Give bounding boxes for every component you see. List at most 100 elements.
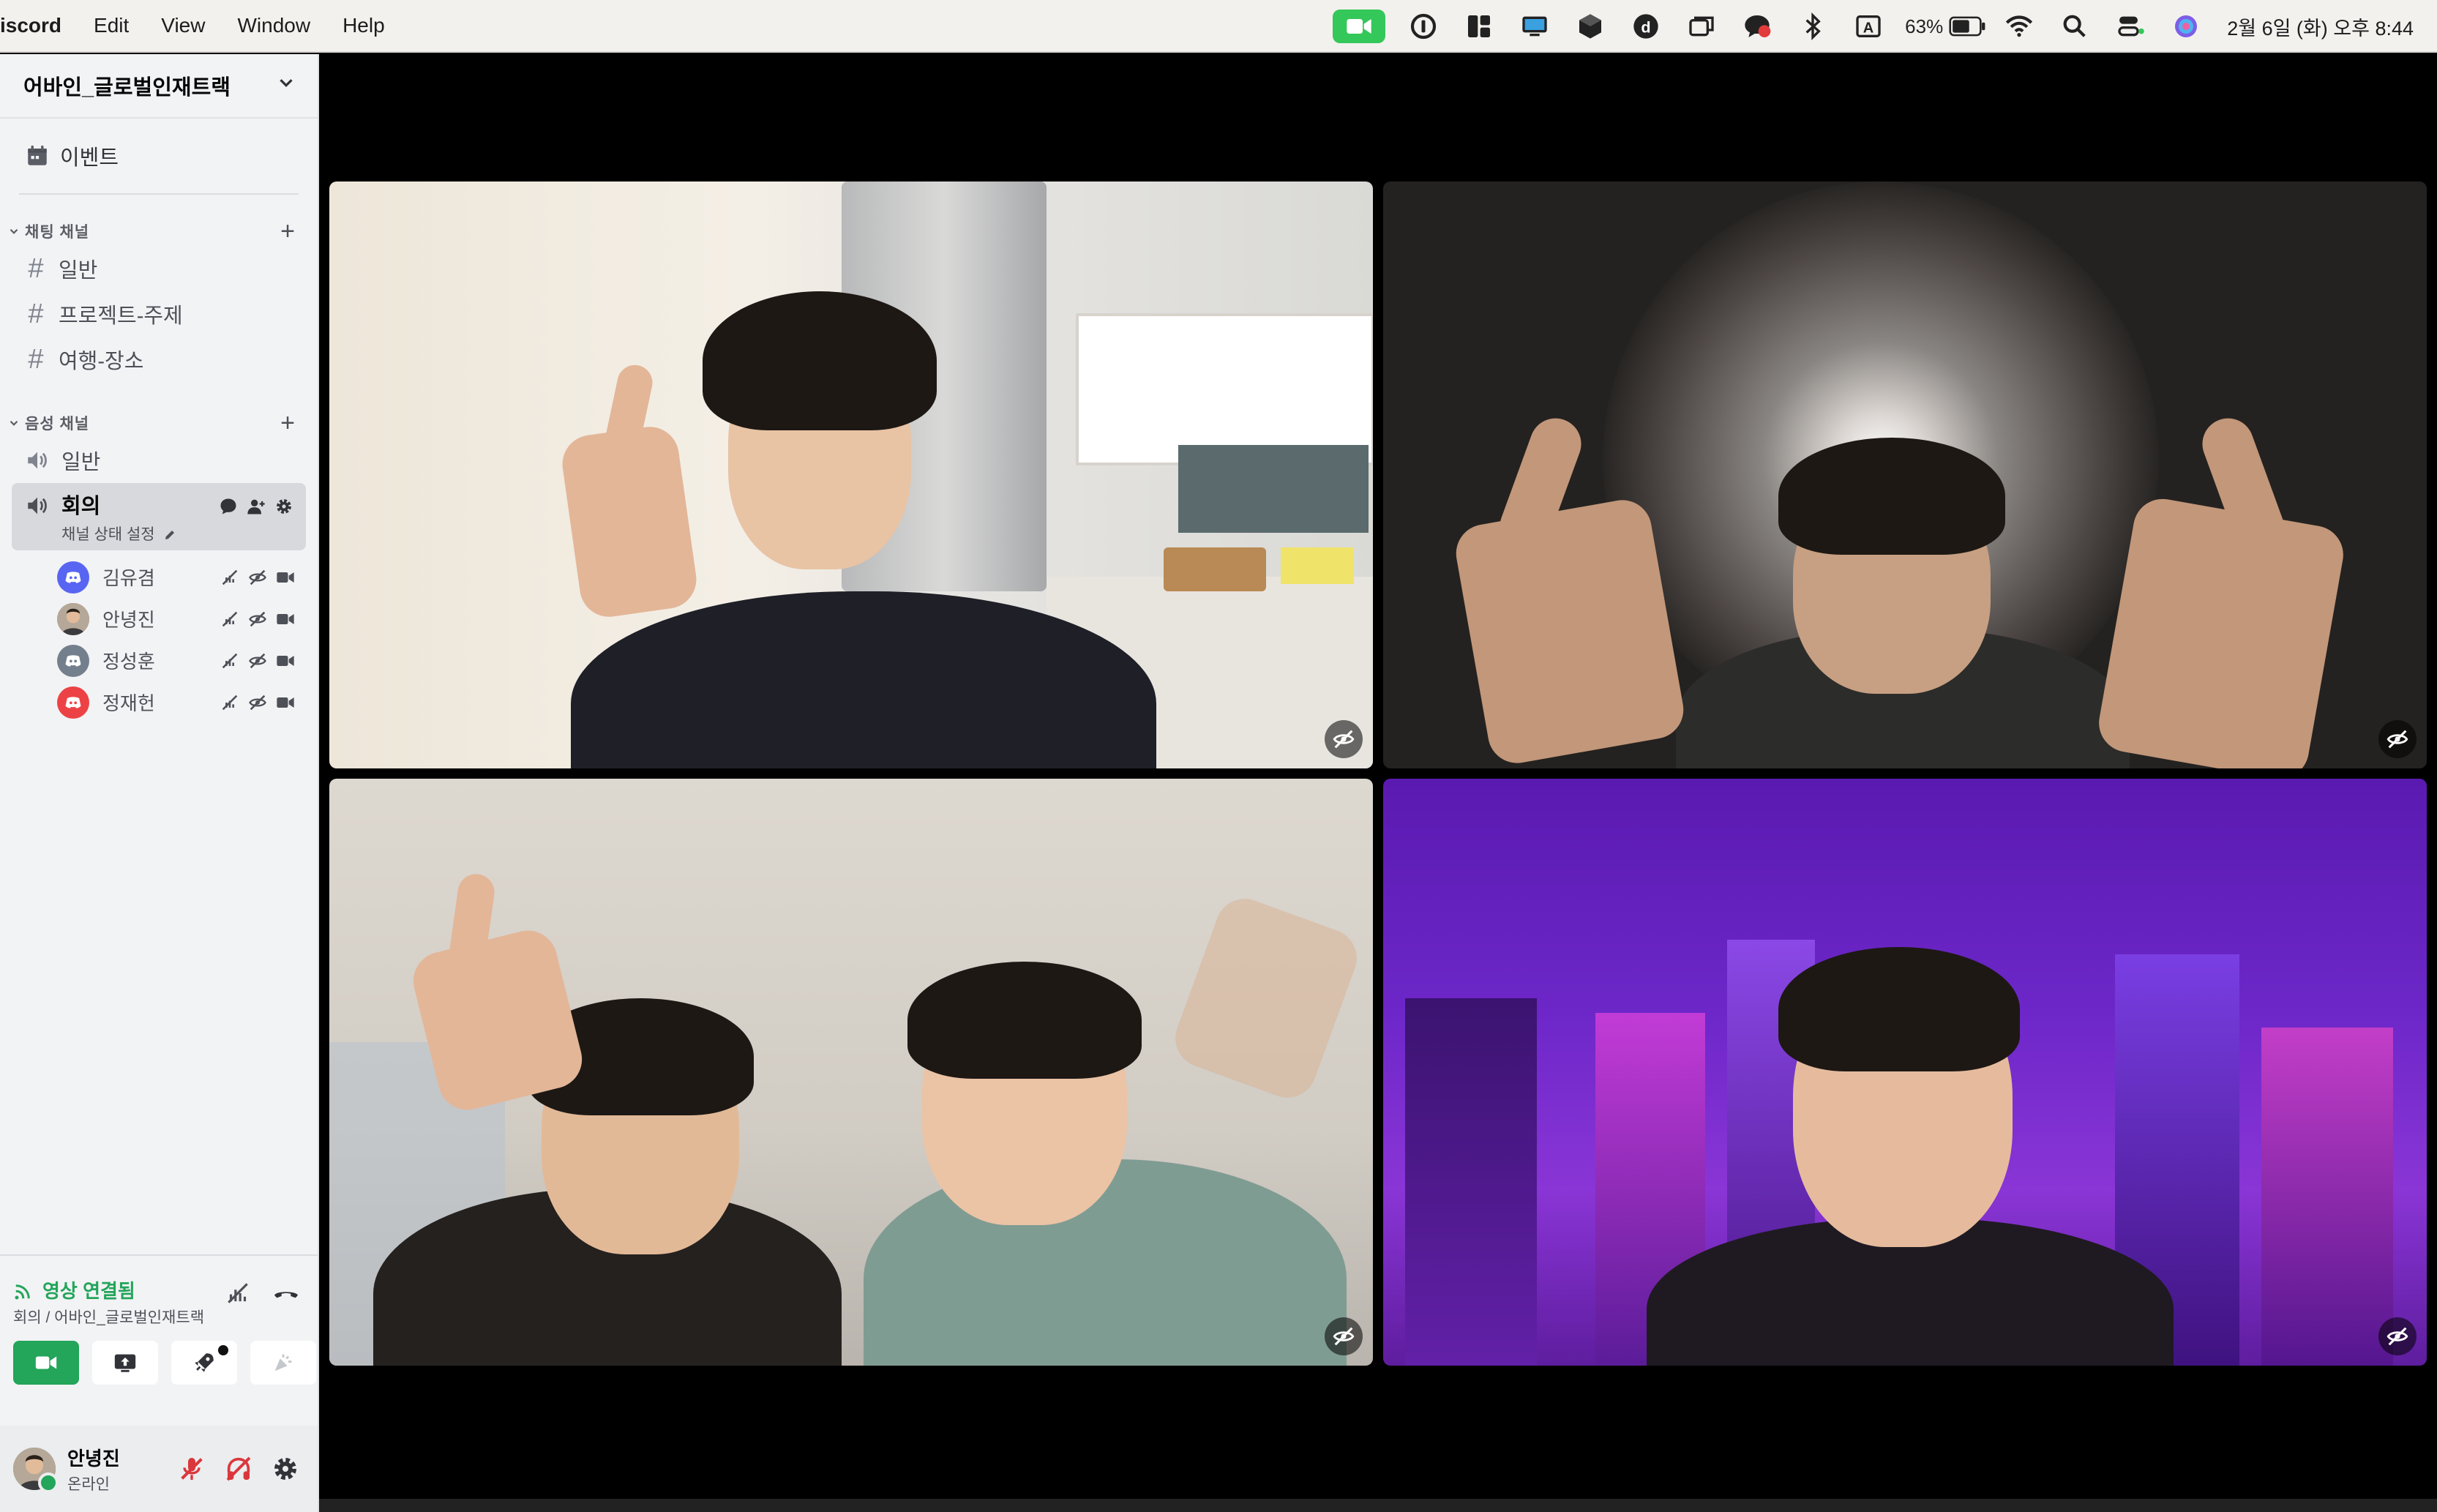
hide-video-button[interactable]: [1325, 1317, 1363, 1355]
events-item[interactable]: 이벤트: [12, 132, 306, 180]
cube-icon[interactable]: [1562, 0, 1618, 53]
spotlight-search-icon[interactable]: [2047, 0, 2103, 53]
one-password-icon[interactable]: [1396, 0, 1451, 53]
category-label: 채팅 채널: [25, 224, 90, 241]
noise-suppression-icon[interactable]: [224, 1279, 252, 1307]
participant-hair: [703, 291, 937, 430]
activities-button[interactable]: [171, 1341, 237, 1385]
user-avatar[interactable]: [13, 1448, 59, 1493]
menu-bar-clock[interactable]: 2월 6일 (화) 오후 8:44: [2227, 12, 2414, 41]
chat-bubble-icon[interactable]: [218, 496, 239, 517]
hide-video-button[interactable]: [2378, 720, 2417, 758]
active-channel-name: 회의: [61, 495, 101, 518]
eye-off-icon: [1333, 1327, 1355, 1346]
server-header[interactable]: 어바인_글로벌인재트랙: [0, 54, 318, 119]
voice-member-jeong-seonghun[interactable]: 정성훈: [57, 640, 303, 681]
category-text-channels[interactable]: 채팅 채널 +: [0, 217, 318, 246]
hash-icon: #: [28, 343, 44, 375]
calendar-icon: [28, 145, 47, 165]
camera-toggle-button[interactable]: [13, 1341, 79, 1385]
member-name: 정성훈: [102, 651, 155, 673]
video-tile-participant-4[interactable]: [1383, 779, 2427, 1366]
voice-connection-panel: 영상 연결됨 회의 / 어바인_글로벌인재트랙: [0, 1254, 318, 1426]
member-name: 안녕진: [102, 609, 155, 631]
text-channel-project-topic[interactable]: # 프로젝트-주제: [12, 291, 306, 337]
discord-logo-icon: [65, 654, 81, 667]
voice-member-jeong-jaeheon[interactable]: 정재헌: [57, 681, 303, 723]
video-tile-participant-3[interactable]: [329, 779, 1373, 1366]
screen-share-icon: [114, 1354, 136, 1372]
menu-help[interactable]: Help: [342, 14, 385, 37]
d-app-icon[interactable]: d: [1618, 0, 1674, 53]
neon-building: [2261, 1028, 2393, 1366]
add-channel-icon[interactable]: +: [280, 409, 296, 438]
gear-icon[interactable]: [274, 496, 294, 517]
text-channel-travel-place[interactable]: # 여행-장소: [12, 337, 306, 382]
video-camera-icon[interactable]: [1333, 10, 1386, 43]
wifi-icon[interactable]: [1991, 0, 2047, 53]
user-status: 온라인: [67, 1475, 110, 1493]
hide-video-button[interactable]: [1325, 720, 1363, 758]
set-channel-status[interactable]: 채널 상태 설정: [61, 523, 176, 544]
avatar: [57, 602, 89, 635]
user-name: 안녕진: [67, 1447, 120, 1470]
video-tile-participant-2[interactable]: [1383, 181, 2427, 768]
app-menu[interactable]: iscord: [0, 14, 61, 37]
battery-status[interactable]: 63%: [1896, 0, 1991, 53]
windows-icon[interactable]: [1674, 0, 1729, 53]
connection-location[interactable]: 회의 / 어바인_글로벌인재트랙: [13, 1306, 204, 1328]
svg-text:d: d: [1641, 18, 1651, 36]
avatar: [57, 561, 89, 594]
chevron-down-icon: [10, 228, 18, 234]
menu-view[interactable]: View: [161, 14, 205, 37]
eye-off-icon: [1333, 730, 1355, 749]
voice-channel-general[interactable]: 일반: [12, 438, 306, 483]
speaker-icon: [28, 452, 47, 469]
screen-share-off-icon: [222, 611, 238, 626]
add-channel-icon[interactable]: +: [280, 217, 296, 246]
thumbs-up-hand-left: [1451, 495, 1688, 768]
user-photo-icon: [57, 602, 89, 635]
siri-icon[interactable]: [2158, 0, 2214, 53]
screen-share-button[interactable]: [92, 1341, 158, 1385]
camera-off-icon: [249, 653, 266, 668]
control-center-icon[interactable]: [2103, 0, 2158, 53]
input-source-icon[interactable]: A: [1841, 0, 1896, 53]
voice-channel-meeting[interactable]: 회의 채널 상태 설정: [12, 483, 306, 550]
invite-member-icon[interactable]: [246, 496, 266, 517]
connection-status-label: 영상 연결됨: [42, 1280, 135, 1302]
camera-off-icon: [249, 695, 266, 710]
display-icon[interactable]: [1507, 0, 1562, 53]
text-channel-general[interactable]: # 일반: [12, 246, 306, 291]
pencil-icon: [165, 531, 175, 539]
video-tile-participant-1[interactable]: [329, 181, 1373, 768]
chat-badge-icon[interactable]: [1729, 0, 1785, 53]
svg-text:A: A: [1863, 20, 1873, 36]
microphone-muted-icon[interactable]: [177, 1454, 206, 1483]
connection-status[interactable]: 영상 연결됨: [13, 1276, 135, 1303]
events-label: 이벤트: [60, 146, 119, 170]
camera-off-icon: [249, 611, 266, 626]
bluetooth-icon[interactable]: [1785, 0, 1841, 53]
neon-building: [1405, 998, 1537, 1366]
video-camera-icon: [277, 655, 294, 666]
video-camera-icon: [277, 697, 294, 708]
category-voice-channels[interactable]: 음성 채널 +: [0, 408, 318, 438]
user-settings-gear-icon[interactable]: [271, 1454, 300, 1483]
headphones-deafened-icon[interactable]: [224, 1454, 253, 1483]
soundboard-button[interactable]: [250, 1341, 316, 1385]
voice-member-an-nyeongjin[interactable]: 안녕진: [57, 598, 303, 640]
channel-sidebar: 어바인_글로벌인재트랙 이벤트 채팅 채널 + # 일반 # 프로젝트-주제 #…: [0, 54, 319, 1512]
video-camera-icon: [277, 613, 294, 624]
participant-hair: [1778, 947, 2020, 1071]
participant-hair-right: [907, 962, 1142, 1079]
menu-window[interactable]: Window: [237, 14, 310, 37]
hide-video-button[interactable]: [2378, 1317, 2417, 1355]
layout-icon[interactable]: [1451, 0, 1507, 53]
avatar: [57, 686, 89, 719]
menu-edit[interactable]: Edit: [94, 14, 129, 37]
channel-label: 일반: [59, 259, 98, 282]
disconnect-call-icon[interactable]: [272, 1279, 300, 1307]
screen-share-off-icon: [222, 569, 238, 585]
voice-member-kim-yugyeom[interactable]: 김유겸: [57, 556, 303, 598]
